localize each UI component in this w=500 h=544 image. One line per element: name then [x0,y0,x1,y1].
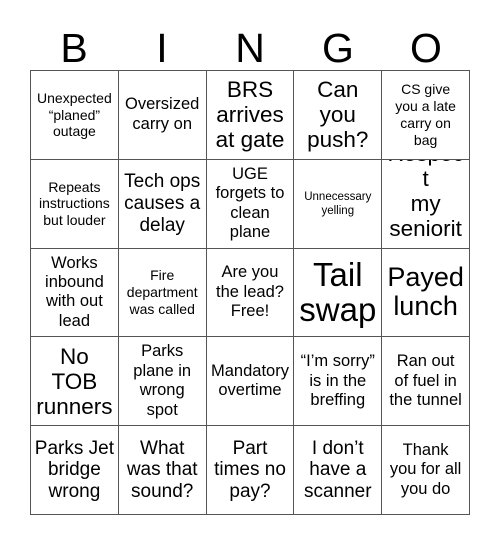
bingo-cell[interactable]: Unexpected “planed” outage [31,71,119,160]
bingo-cell[interactable]: CS give you a late carry on bag [382,71,470,160]
bingo-cell[interactable]: “I’m sorry” is in the breffing [294,337,383,427]
bingo-cell[interactable]: Oversized carry on [118,71,207,160]
bingo-cell-text: Respect my seniority [387,160,463,248]
bingo-cell-text: “I’m sorry” is in the breffing [300,352,375,410]
bingo-cell-text: Tech ops causes a delay [124,171,201,236]
bingo-cell[interactable]: Parks Jet bridge wrong [31,426,119,515]
bingo-cell[interactable]: No TOB runners [31,337,119,427]
bingo-header-letter-g: G [322,25,354,71]
bingo-cell[interactable]: BRS arrives at gate [206,71,295,160]
bingo-cell-text: No TOB runners [36,343,113,419]
bingo-cell-text: BRS arrives at gate [215,77,285,153]
bingo-cell[interactable]: Unnecessary yelling [294,159,383,249]
bingo-cell-text: UGE forgets to clean plane [215,164,285,242]
bingo-cell[interactable]: Repeats instructions but louder [31,159,119,249]
bingo-cell-text: Can you push? [307,77,369,153]
bingo-cell[interactable]: Ran out of fuel in the tunnel [382,337,470,427]
bingo-cell[interactable]: Can you push? [294,71,383,160]
bingo-cell-text: Works inbound with out lead [45,253,104,330]
bingo-cell-text: Ran out of fuel in the tunnel [389,352,462,410]
bingo-cell[interactable]: Thank you for all you do [382,426,470,515]
bingo-grid: Unexpected “planed” outage Oversized carr… [30,70,470,515]
bingo-cell-text: Part times no pay? [214,437,286,502]
bingo-cell[interactable]: Works inbound with out lead [31,248,119,338]
bingo-cell-text: CS give you a late carry on bag [395,81,456,148]
bingo-cell-text: Parks Jet bridge wrong [34,437,114,502]
bingo-cell-text: Parks plane in wrong spot [133,342,192,419]
bingo-cell[interactable]: Part times no pay? [206,426,295,515]
bingo-cell-text: Are you the lead? Free! [216,263,284,321]
bingo-cell[interactable]: Respect my seniority [382,159,470,249]
bingo-cell[interactable]: Tech ops causes a delay [118,159,207,249]
bingo-header-letter-b: B [60,25,88,71]
bingo-cell-text: Tail swap [299,255,377,329]
bingo-cell-text: Payed lunch [387,261,464,322]
bingo-cell-text: Thank you for all you do [389,440,462,498]
bingo-cell[interactable]: Parks plane in wrong spot [118,337,207,427]
bingo-card: B I N G O Unexpected “planed” outage Over… [0,0,500,544]
bingo-cell-text: Fire department was called [126,267,198,317]
bingo-cell-text: Repeats instructions but louder [38,178,110,229]
bingo-cell-text: What was that sound? [126,437,198,502]
bingo-header-row: B I N G O [30,14,470,70]
bingo-header-letter-i: I [156,25,168,71]
bingo-header-letter-n: N [235,25,265,71]
bingo-cell[interactable]: What was that sound? [118,426,207,515]
bingo-cell-text: Unexpected “planed” outage [37,89,112,140]
bingo-cell-text: Unnecessary yelling [304,190,372,217]
bingo-cell-text: I don’t have a scanner [303,437,372,502]
bingo-cell[interactable]: Tail swap [294,248,383,338]
bingo-cell-text: Mandatory overtime [211,361,289,400]
bingo-cell[interactable]: I don’t have a scanner [294,426,383,515]
bingo-cell-text: Oversized carry on [125,95,200,133]
bingo-cell[interactable]: Payed lunch [382,248,470,338]
bingo-cell[interactable]: Mandatory overtime [206,337,295,427]
bingo-cell[interactable]: Are you the lead? Free! [206,248,295,338]
bingo-cell[interactable]: UGE forgets to clean plane [206,159,295,249]
bingo-cell[interactable]: Fire department was called [118,248,207,338]
bingo-header-letter-o: O [410,25,442,71]
